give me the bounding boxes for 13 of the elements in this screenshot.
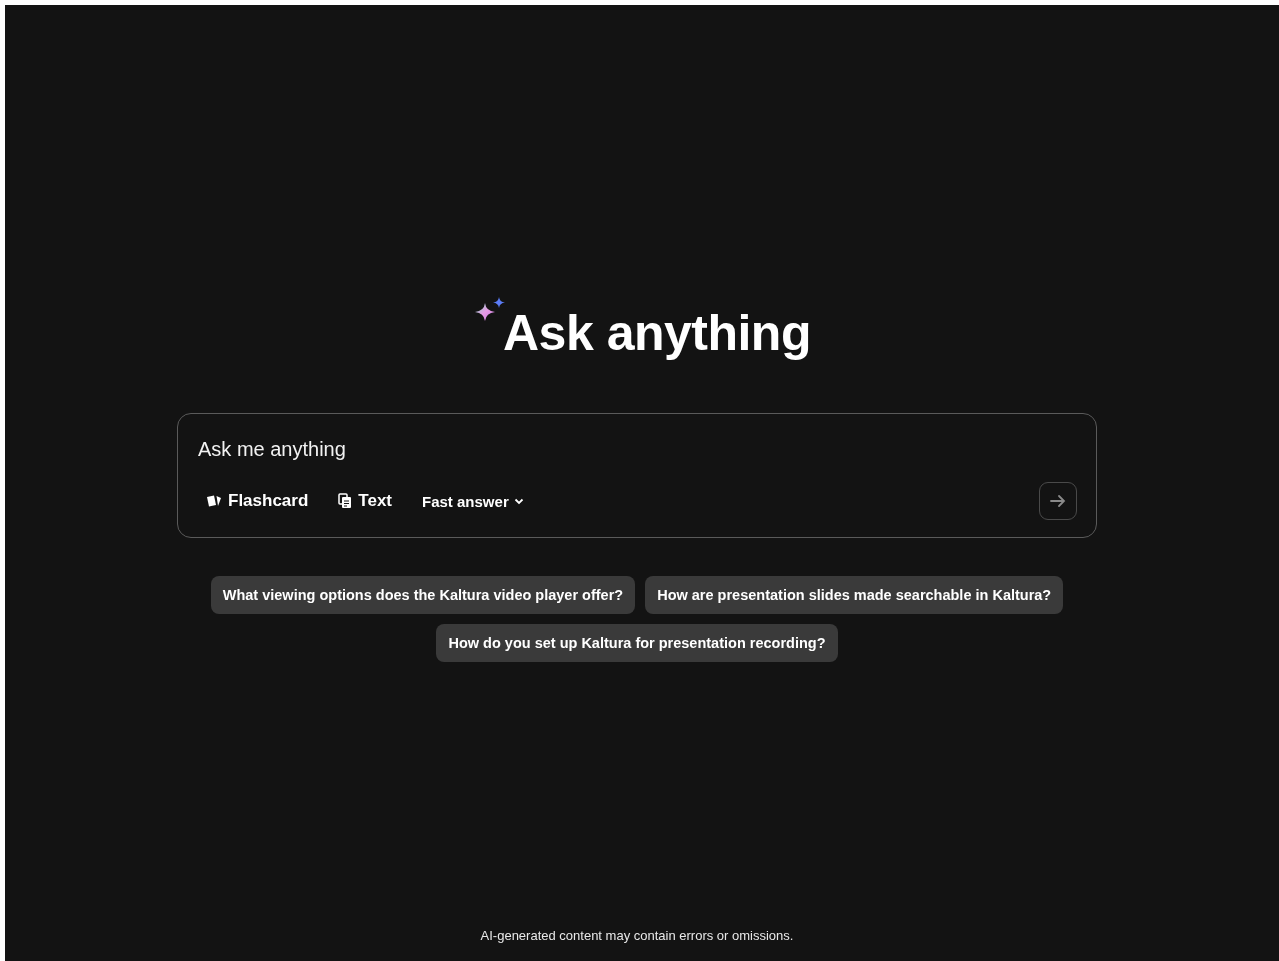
arrow-right-icon — [1049, 494, 1067, 508]
suggestion-chip[interactable]: How are presentation slides made searchable in Kaltura? — [645, 576, 1064, 614]
document-icon — [338, 493, 353, 509]
disclaimer-text: AI-generated content may contain errors or omissions. — [480, 928, 794, 943]
suggestion-chip[interactable]: What viewing options does the Kaltura video player offer? — [210, 576, 636, 614]
prompt-input[interactable]: Ask me anything — [198, 434, 1077, 464]
cards-icon — [206, 494, 222, 508]
chevron-down-icon — [513, 497, 524, 505]
suggestion-chip[interactable]: How do you set up Kaltura for presentation recording? — [436, 624, 838, 662]
mode-button[interactable]: Text — [330, 487, 400, 515]
answer-mode-dropdown[interactable]: Fast answer — [414, 488, 532, 514]
page-title: Ask anything — [503, 304, 811, 363]
mode-button[interactable]: Flashcard — [198, 487, 317, 515]
